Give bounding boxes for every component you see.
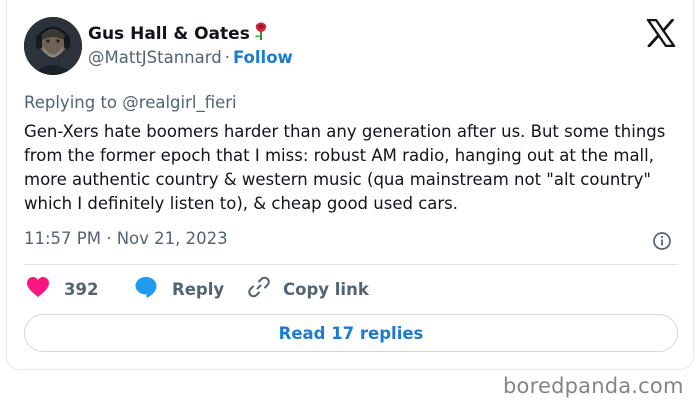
- tweet-card: Gus Hall & Oates @MattJStannard · Follow R…: [6, 0, 694, 370]
- author-name-text: Gus Hall & Oates: [88, 24, 250, 44]
- like-count: 392: [64, 279, 99, 299]
- replying-to-prefix: Replying to: [24, 93, 118, 112]
- author-display-name[interactable]: Gus Hall & Oates: [88, 21, 270, 46]
- tweet-text: Gen-Xers hate boomers harder than any ge…: [24, 122, 666, 213]
- author-handle[interactable]: @MattJStannard: [88, 48, 222, 67]
- read-replies-button[interactable]: Read 17 replies: [24, 314, 678, 352]
- reply-label: Reply: [172, 279, 225, 299]
- replying-to-line: Replying to @realgirl_fieri: [24, 93, 237, 112]
- heart-icon: [26, 276, 50, 302]
- action-bar: 392 Reply Copy link: [24, 275, 684, 303]
- link-icon: [247, 275, 271, 303]
- avatar[interactable]: [24, 17, 82, 75]
- x-logo-icon[interactable]: [646, 18, 676, 48]
- reply-button[interactable]: Reply: [134, 275, 224, 303]
- copy-link-button[interactable]: Copy link: [247, 275, 369, 303]
- separator-dot: ·: [224, 48, 230, 67]
- watermark: boredpanda.com: [503, 374, 684, 398]
- tweet-timestamp[interactable]: 11:57 PM · Nov 21, 2023: [24, 229, 228, 248]
- reply-bubble-icon: [134, 275, 158, 303]
- copy-link-label: Copy link: [283, 279, 369, 299]
- follow-button[interactable]: Follow: [233, 48, 293, 67]
- divider: [24, 264, 678, 265]
- info-icon[interactable]: [652, 231, 672, 251]
- author-handle-row: @MattJStannard · Follow: [88, 48, 293, 67]
- reply-mention-link[interactable]: @realgirl_fieri: [122, 93, 236, 112]
- rose-emoji-icon: [252, 21, 270, 46]
- like-button[interactable]: 392: [26, 275, 98, 303]
